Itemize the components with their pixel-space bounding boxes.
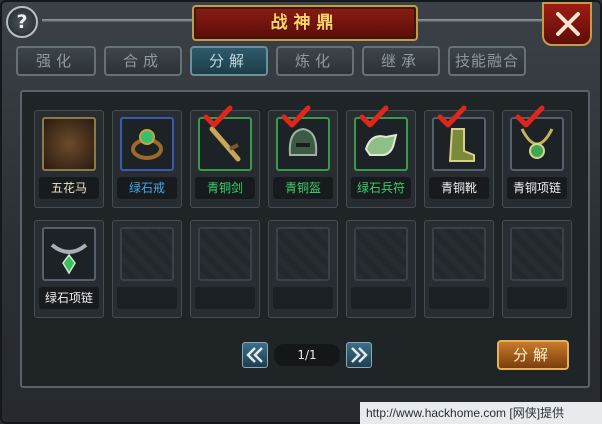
item-slot[interactable]: 绿石项链 xyxy=(34,220,104,318)
tab-decompose[interactable]: 分解 xyxy=(190,46,268,76)
prev-page-button[interactable] xyxy=(242,342,268,368)
empty-slot-label xyxy=(507,287,567,309)
title-banner: 战神鼎 xyxy=(192,5,418,41)
item-slot[interactable]: 青铜靴 xyxy=(424,105,494,208)
empty-slot[interactable] xyxy=(112,220,182,318)
checkmark-icon xyxy=(437,105,467,128)
empty-slot-label xyxy=(351,287,411,309)
page-indicator: 1/1 xyxy=(274,344,340,366)
ring-icon xyxy=(120,117,174,171)
decompose-button[interactable]: 分解 xyxy=(497,340,569,370)
empty-slot[interactable] xyxy=(346,220,416,318)
tab-combine[interactable]: 合成 xyxy=(104,46,182,76)
empty-slot[interactable] xyxy=(424,220,494,318)
empty-slot-label xyxy=(429,287,489,309)
checkmark-icon xyxy=(515,105,545,128)
item-name: 绿石项链 xyxy=(39,287,99,309)
title-ornament-left xyxy=(42,19,192,22)
empty-slot-frame xyxy=(276,227,330,281)
empty-slot-label xyxy=(195,287,255,309)
item-slot[interactable]: 青铜盔 xyxy=(268,105,338,208)
tab-inherit[interactable]: 继承 xyxy=(362,46,440,76)
checkmark-icon xyxy=(203,105,233,128)
help-button[interactable]: ? xyxy=(6,6,38,38)
next-page-button[interactable] xyxy=(346,342,372,368)
tab-skill-fusion[interactable]: 技能融合 xyxy=(448,46,526,76)
double-chevron-left-icon xyxy=(246,347,263,363)
empty-slot-frame xyxy=(120,227,174,281)
empty-slot-frame xyxy=(510,227,564,281)
tab-refine[interactable]: 炼化 xyxy=(276,46,354,76)
item-slot[interactable]: 青铜剑 xyxy=(190,105,260,208)
checkmark-icon xyxy=(281,105,311,128)
title-bar: 战神鼎 ? xyxy=(2,2,602,46)
empty-slot-label xyxy=(117,287,177,309)
empty-slot[interactable] xyxy=(190,220,260,318)
window-title: 战神鼎 xyxy=(270,13,340,33)
item-slot[interactable]: 五花马 xyxy=(34,110,104,208)
item-name: 绿石兵符 xyxy=(351,177,411,199)
item-name: 青铜项链 xyxy=(507,177,567,199)
item-name: 青铜剑 xyxy=(195,177,255,199)
item-slot[interactable]: 绿石兵符 xyxy=(346,105,416,208)
empty-slot-frame xyxy=(354,227,408,281)
empty-slot-frame xyxy=(198,227,252,281)
checkmark-icon xyxy=(359,105,389,128)
horse-icon xyxy=(42,117,96,171)
item-name: 青铜盔 xyxy=(273,177,333,199)
item-name: 青铜靴 xyxy=(429,177,489,199)
close-button[interactable] xyxy=(542,2,592,46)
jade-necklace-icon xyxy=(42,227,96,281)
close-icon xyxy=(556,12,580,36)
empty-slot[interactable] xyxy=(268,220,338,318)
title-ornament-right xyxy=(414,19,542,22)
item-slot[interactable]: 绿石戒 xyxy=(112,110,182,208)
tab-strengthen[interactable]: 强化 xyxy=(16,46,96,76)
empty-slot[interactable] xyxy=(502,220,572,318)
empty-slot-label xyxy=(273,287,333,309)
item-name: 绿石戒 xyxy=(117,177,177,199)
decompose-window: 战神鼎 ? 强化 合成 分解 炼化 继承 技能融合 五花马 绿石戒 青铜剑 青铜… xyxy=(0,0,602,424)
item-name: 五花马 xyxy=(39,177,99,199)
item-slot[interactable]: 青铜项链 xyxy=(502,105,572,208)
double-chevron-right-icon xyxy=(351,347,368,363)
pagination: 1/1 xyxy=(242,342,372,368)
watermark-text: http://www.hackhome.com [网侠]提供 xyxy=(360,402,602,424)
empty-slot-frame xyxy=(432,227,486,281)
